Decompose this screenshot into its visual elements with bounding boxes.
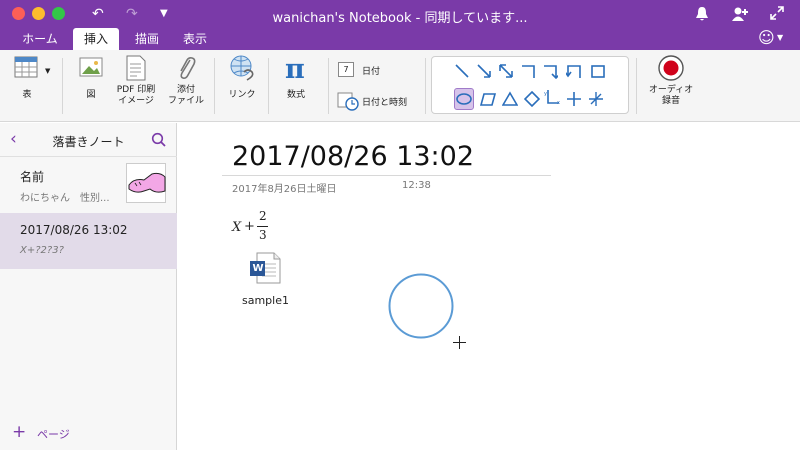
notification-bell-icon[interactable] <box>695 6 709 22</box>
axis-shape-icon[interactable]: yx <box>544 89 560 105</box>
ribbon-separator <box>328 58 329 114</box>
svg-text:π: π <box>285 54 305 82</box>
audio-record-button[interactable]: オーディオ 録音 <box>642 54 700 107</box>
shapes-gallery: yx <box>431 56 629 114</box>
ribbon-separator <box>62 58 63 114</box>
ribbon: ▼ 表 図 PDF 印刷 イメージ 添付 ファイル リンク π 数式 7 日付 … <box>0 50 800 122</box>
tab-view[interactable]: 表示 <box>172 28 218 50</box>
pi-equation-icon: π <box>285 54 305 82</box>
picture-label: 図 <box>86 90 96 100</box>
tab-draw[interactable]: 描画 <box>124 28 170 50</box>
feedback-dropdown-icon[interactable]: ▼ <box>777 33 783 42</box>
pdf-label-line2: イメージ <box>118 96 154 106</box>
ribbon-separator <box>425 58 426 114</box>
page-date: 2017年8月26日土曜日 <box>232 184 337 195</box>
title-underline <box>222 175 551 176</box>
word-badge-letter: W <box>252 263 264 274</box>
page-list-item-selected[interactable]: 2017/08/26 13:02 X+?2?3? <box>0 213 177 269</box>
page-preview: X+?2?3? <box>20 245 64 256</box>
search-icon[interactable] <box>151 132 167 148</box>
smiley-feedback-icon[interactable]: ☺ <box>758 29 775 47</box>
page-canvas[interactable]: 2017/08/26 13:02 2017年8月26日土曜日 12:38 X +… <box>178 123 800 450</box>
page-list-item[interactable]: 名前 わにちゃん 性別... <box>0 158 177 212</box>
return-arrow-shape-icon[interactable] <box>566 63 582 79</box>
picture-icon <box>79 57 103 77</box>
fraction-bar <box>257 226 268 227</box>
sidebar-header: ‹ 落書きノート <box>0 123 177 157</box>
equation-plus: + <box>244 219 255 234</box>
line-shape-icon[interactable] <box>454 63 470 79</box>
page-title: 名前 <box>20 170 45 184</box>
ribbon-tabs: ホーム 挿入 描画 表示 ☺ ▼ <box>0 28 800 50</box>
attachment-word-file[interactable]: W <box>248 251 284 285</box>
triangle-shape-icon[interactable] <box>502 91 518 107</box>
equation-denominator: 3 <box>259 228 267 242</box>
page-time: 12:38 <box>402 180 431 191</box>
drawn-ellipse-shape[interactable] <box>387 272 455 340</box>
pdf-label-line1: PDF 印刷 <box>116 85 156 95</box>
insert-date-button[interactable]: 日付 <box>362 64 380 77</box>
table-button[interactable]: ▼ 表 <box>8 54 50 101</box>
page-sidebar: ‹ 落書きノート 名前 わにちゃん 性別... 2017/08/26 13:02… <box>0 123 177 450</box>
equation-label: 数式 <box>286 90 305 100</box>
ribbon-separator <box>214 58 215 114</box>
add-page-plus-icon[interactable]: + <box>12 423 26 441</box>
table-label: 表 <box>22 90 32 100</box>
equation-variable: X <box>232 220 242 235</box>
link-globe-icon <box>230 55 254 81</box>
link-button[interactable]: リンク <box>222 54 262 101</box>
pdf-printout-button[interactable]: PDF 印刷 イメージ <box>112 54 160 107</box>
crosshair-cursor-icon <box>453 336 466 349</box>
ribbon-separator <box>636 58 637 114</box>
add-page-button[interactable]: ページ <box>37 426 70 442</box>
arrow-shape-icon[interactable] <box>476 63 492 79</box>
picture-button[interactable]: 図 <box>74 54 108 101</box>
document-printout-icon <box>126 55 146 81</box>
tab-insert[interactable]: 挿入 <box>73 28 119 50</box>
insert-date-time-button[interactable]: 日付と時刻 <box>362 95 407 108</box>
share-add-person-icon[interactable] <box>731 6 749 22</box>
svg-text:y: y <box>544 91 547 97</box>
link-label: リンク <box>228 90 256 100</box>
attach-label-line2: ファイル <box>167 96 204 106</box>
diamond-shape-icon[interactable] <box>524 91 540 107</box>
attachment-name[interactable]: sample1 <box>242 294 289 307</box>
attach-file-button[interactable]: 添付 ファイル <box>164 54 208 107</box>
fullscreen-icon[interactable] <box>770 6 784 20</box>
ellipse-shape-icon <box>456 93 472 105</box>
table-icon <box>14 56 38 78</box>
elbow-arrow-shape-icon[interactable] <box>542 63 558 79</box>
audio-label-line1: オーディオ <box>648 85 694 95</box>
paperclip-icon <box>180 57 196 79</box>
parallelogram-shape-icon[interactable] <box>480 91 496 107</box>
double-arrow-shape-icon[interactable] <box>498 63 514 79</box>
square-shape-icon[interactable] <box>590 63 606 79</box>
equation-button[interactable]: π 数式 <box>276 54 316 101</box>
svg-text:x: x <box>557 100 560 105</box>
3d-axes-shape-icon[interactable] <box>588 91 604 107</box>
audio-label-line2: 録音 <box>661 96 680 106</box>
equation-numerator: 2 <box>259 209 267 223</box>
cross-axes-shape-icon[interactable] <box>566 91 582 107</box>
page-title-heading[interactable]: 2017/08/26 13:02 <box>232 141 474 172</box>
window-title: wanichan's Notebook - 同期しています... <box>272 11 528 26</box>
record-icon <box>658 55 684 81</box>
page-preview: わにちゃん 性別... <box>20 193 110 204</box>
calendar-clock-icon <box>337 92 359 111</box>
elbow-line-shape-icon[interactable] <box>520 63 536 79</box>
page-thumbnail <box>126 163 166 203</box>
tab-home[interactable]: ホーム <box>12 28 68 50</box>
attach-label-line1: 添付 <box>176 85 195 95</box>
calendar-icon: 7 <box>338 62 354 77</box>
ellipse-shape-selected[interactable] <box>454 88 474 110</box>
title-bar: ↶ ↷ ▼ wanichan's Notebook - 同期しています... <box>0 0 800 28</box>
ribbon-separator <box>268 58 269 114</box>
page-title: 2017/08/26 13:02 <box>20 223 128 237</box>
table-dropdown-icon[interactable]: ▼ <box>45 66 50 77</box>
